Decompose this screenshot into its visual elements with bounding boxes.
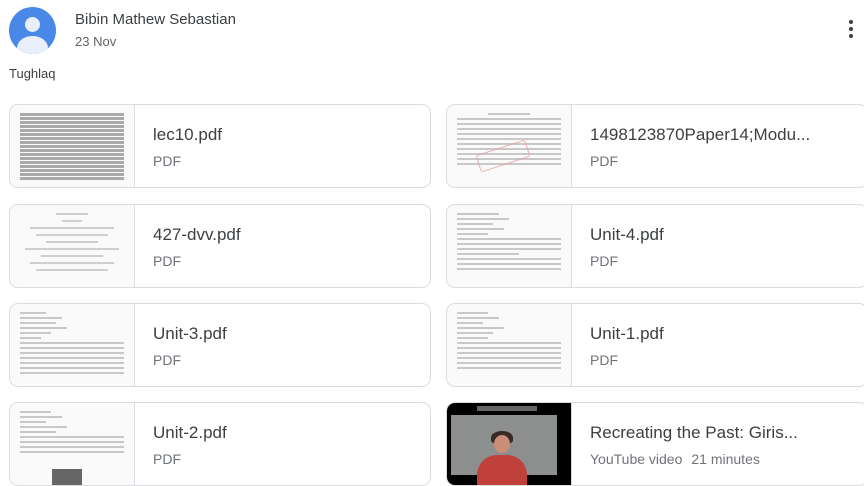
avatar-body [17,36,48,54]
pdf-thumbnail-icon [10,205,135,287]
pdf-thumbnail-icon [10,403,135,485]
attachment-card[interactable]: lec10.pdf PDF [9,104,431,188]
attachment-type: YouTube video [590,451,683,467]
attachment-card[interactable]: Unit-3.pdf PDF [9,303,431,387]
attachment-title: Unit-2.pdf [153,423,227,442]
attachment-type: PDF [153,153,181,169]
attachment-type: PDF [153,451,181,467]
post-description: Tughlaq [9,66,56,81]
pdf-thumbnail-icon [447,304,572,386]
attachment-card[interactable]: Unit-2.pdf PDF [9,402,431,486]
attachment-type: PDF [153,253,181,269]
attachment-card[interactable]: 427-dvv.pdf PDF [9,204,431,288]
pdf-thumbnail-icon [10,105,135,187]
attachment-card-video[interactable]: Recreating the Past: Giris... YouTube vi… [446,402,864,486]
attachment-title: 1498123870Paper14;Modu... [590,125,811,144]
attachment-card[interactable]: Unit-4.pdf PDF [446,204,864,288]
more-options-icon[interactable] [846,20,856,44]
attachment-type: PDF [590,253,618,269]
video-duration: 21 minutes [691,451,760,467]
attachment-card[interactable]: Unit-1.pdf PDF [446,303,864,387]
attachment-title: Unit-1.pdf [590,324,664,343]
video-thumbnail-icon [447,403,572,485]
author-name[interactable]: Bibin Mathew Sebastian [75,11,236,28]
attachment-meta: YouTube video 21 minutes [590,451,760,467]
pdf-thumbnail-icon [10,304,135,386]
avatar[interactable] [9,7,56,54]
attachment-type: PDF [590,352,618,368]
attachment-title: Recreating the Past: Giris... [590,423,798,442]
attachment-type: PDF [590,153,618,169]
attachment-title: lec10.pdf [153,125,222,144]
pdf-thumbnail-icon [447,205,572,287]
attachment-title: Unit-3.pdf [153,324,227,343]
pdf-thumbnail-icon [447,105,572,187]
attachment-title: 427-dvv.pdf [153,225,241,244]
post-date: 23 Nov [75,34,117,49]
attachment-card[interactable]: 1498123870Paper14;Modu... PDF [446,104,864,188]
attachment-type: PDF [153,352,181,368]
avatar-head [25,17,40,32]
attachment-title: Unit-4.pdf [590,225,664,244]
